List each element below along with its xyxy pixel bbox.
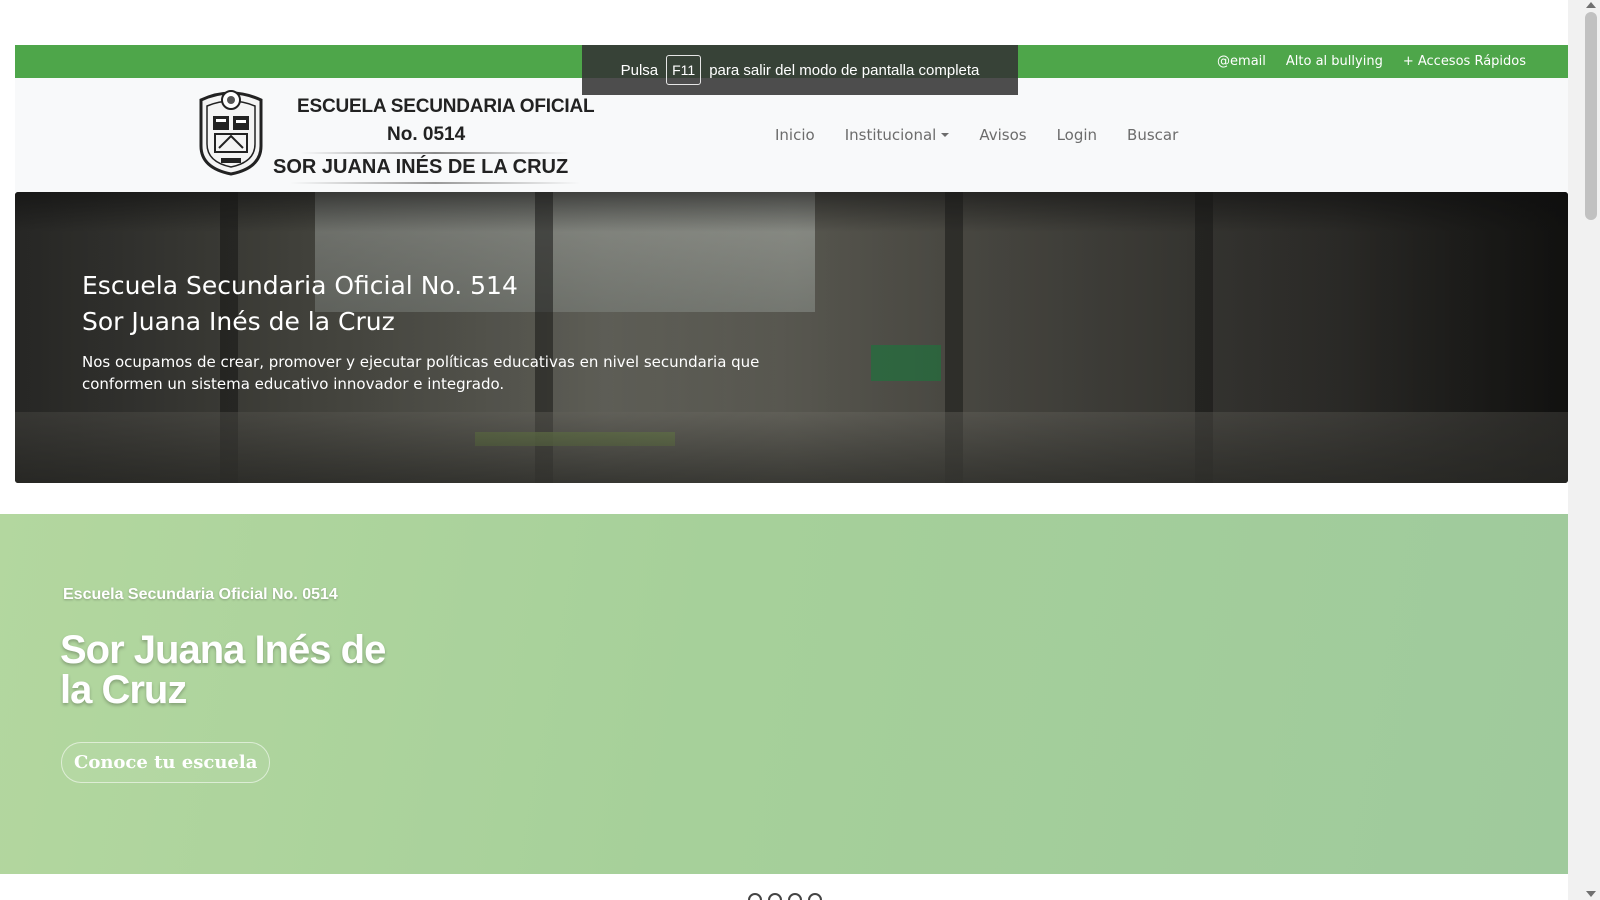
nav-login-label: Login: [1056, 126, 1098, 144]
welcome-section: Escuela Secundaria Oficial No. 0514 Sor …: [0, 514, 1568, 874]
logo-line-1: ESCUELA SECUNDARIA OFICIAL: [297, 96, 595, 117]
nav-buscar[interactable]: Buscar: [1112, 126, 1193, 144]
welcome-title: Sor Juana Inés de la Cruz: [60, 628, 386, 712]
logo-line-2: No. 0514: [387, 124, 466, 145]
nav-institucional-dropdown[interactable]: Institucional: [830, 126, 965, 144]
nav-avisos[interactable]: Avisos: [964, 126, 1041, 144]
circle-icon: [808, 893, 822, 900]
toast-text-before: Pulsa: [620, 61, 659, 79]
hero-title-line-2: Sor Juana Inés de la Cruz: [82, 307, 395, 336]
circle-icon: [748, 893, 762, 900]
caret-down-icon: [941, 133, 950, 137]
fullscreen-exit-toast: Pulsa F11 para salir del modo de pantall…: [582, 45, 1018, 95]
main-nav: Inicio Institucional Avisos Login Buscar: [760, 78, 1193, 192]
scroll-up-arrow-icon[interactable]: [1586, 2, 1596, 8]
f11-key-badge: F11: [666, 55, 702, 85]
nav-login[interactable]: Login: [1042, 126, 1112, 144]
toast-text-after: para salir del modo de pantalla completa: [709, 61, 980, 79]
email-link[interactable]: @email: [1217, 54, 1266, 69]
logo-line-3: SOR JUANA INÉS DE LA CRUZ: [273, 156, 569, 178]
conoce-escuela-button[interactable]: Conoce tu escuela: [61, 742, 271, 783]
hero-title-line-1: Escuela Secundaria Oficial No. 514: [82, 271, 518, 300]
quick-access-link[interactable]: + Accesos Rápidos: [1403, 54, 1526, 69]
bullying-link[interactable]: Alto al bullying: [1286, 54, 1383, 69]
partially-visible-icons: [748, 893, 822, 900]
school-logo[interactable]: ESCUELA SECUNDARIA OFICIAL No. 0514 SOR …: [195, 86, 605, 186]
scrollbar-thumb[interactable]: [1585, 12, 1597, 220]
nav-inicio-label: Inicio: [775, 126, 815, 144]
coat-of-arms-icon: [199, 90, 263, 176]
hero-banner: Escuela Secundaria Oficial No. 514 Sor J…: [15, 192, 1568, 483]
top-bar-links: @email Alto al bullying + Accesos Rápido…: [1217, 45, 1526, 78]
nav-avisos-label: Avisos: [979, 126, 1027, 144]
page: @email Alto al bullying + Accesos Rápido…: [0, 0, 1600, 900]
circle-icon: [768, 893, 782, 900]
scroll-down-arrow-icon[interactable]: [1586, 891, 1596, 897]
nav-buscar-label: Buscar: [1127, 126, 1179, 144]
nav-institucional-label: Institucional: [844, 126, 937, 144]
navbar: ESCUELA SECUNDARIA OFICIAL No. 0514 SOR …: [15, 78, 1568, 192]
hero-title: Escuela Secundaria Oficial No. 514 Sor J…: [82, 268, 518, 340]
logo-divider: [300, 152, 570, 154]
circle-icon: [788, 893, 802, 900]
nav-inicio[interactable]: Inicio: [760, 126, 830, 144]
welcome-subtitle: Escuela Secundaria Oficial No. 0514: [63, 586, 338, 603]
hero-description: Nos ocupamos de crear, promover y ejecut…: [82, 353, 760, 393]
logo-divider-bottom: [290, 182, 580, 184]
